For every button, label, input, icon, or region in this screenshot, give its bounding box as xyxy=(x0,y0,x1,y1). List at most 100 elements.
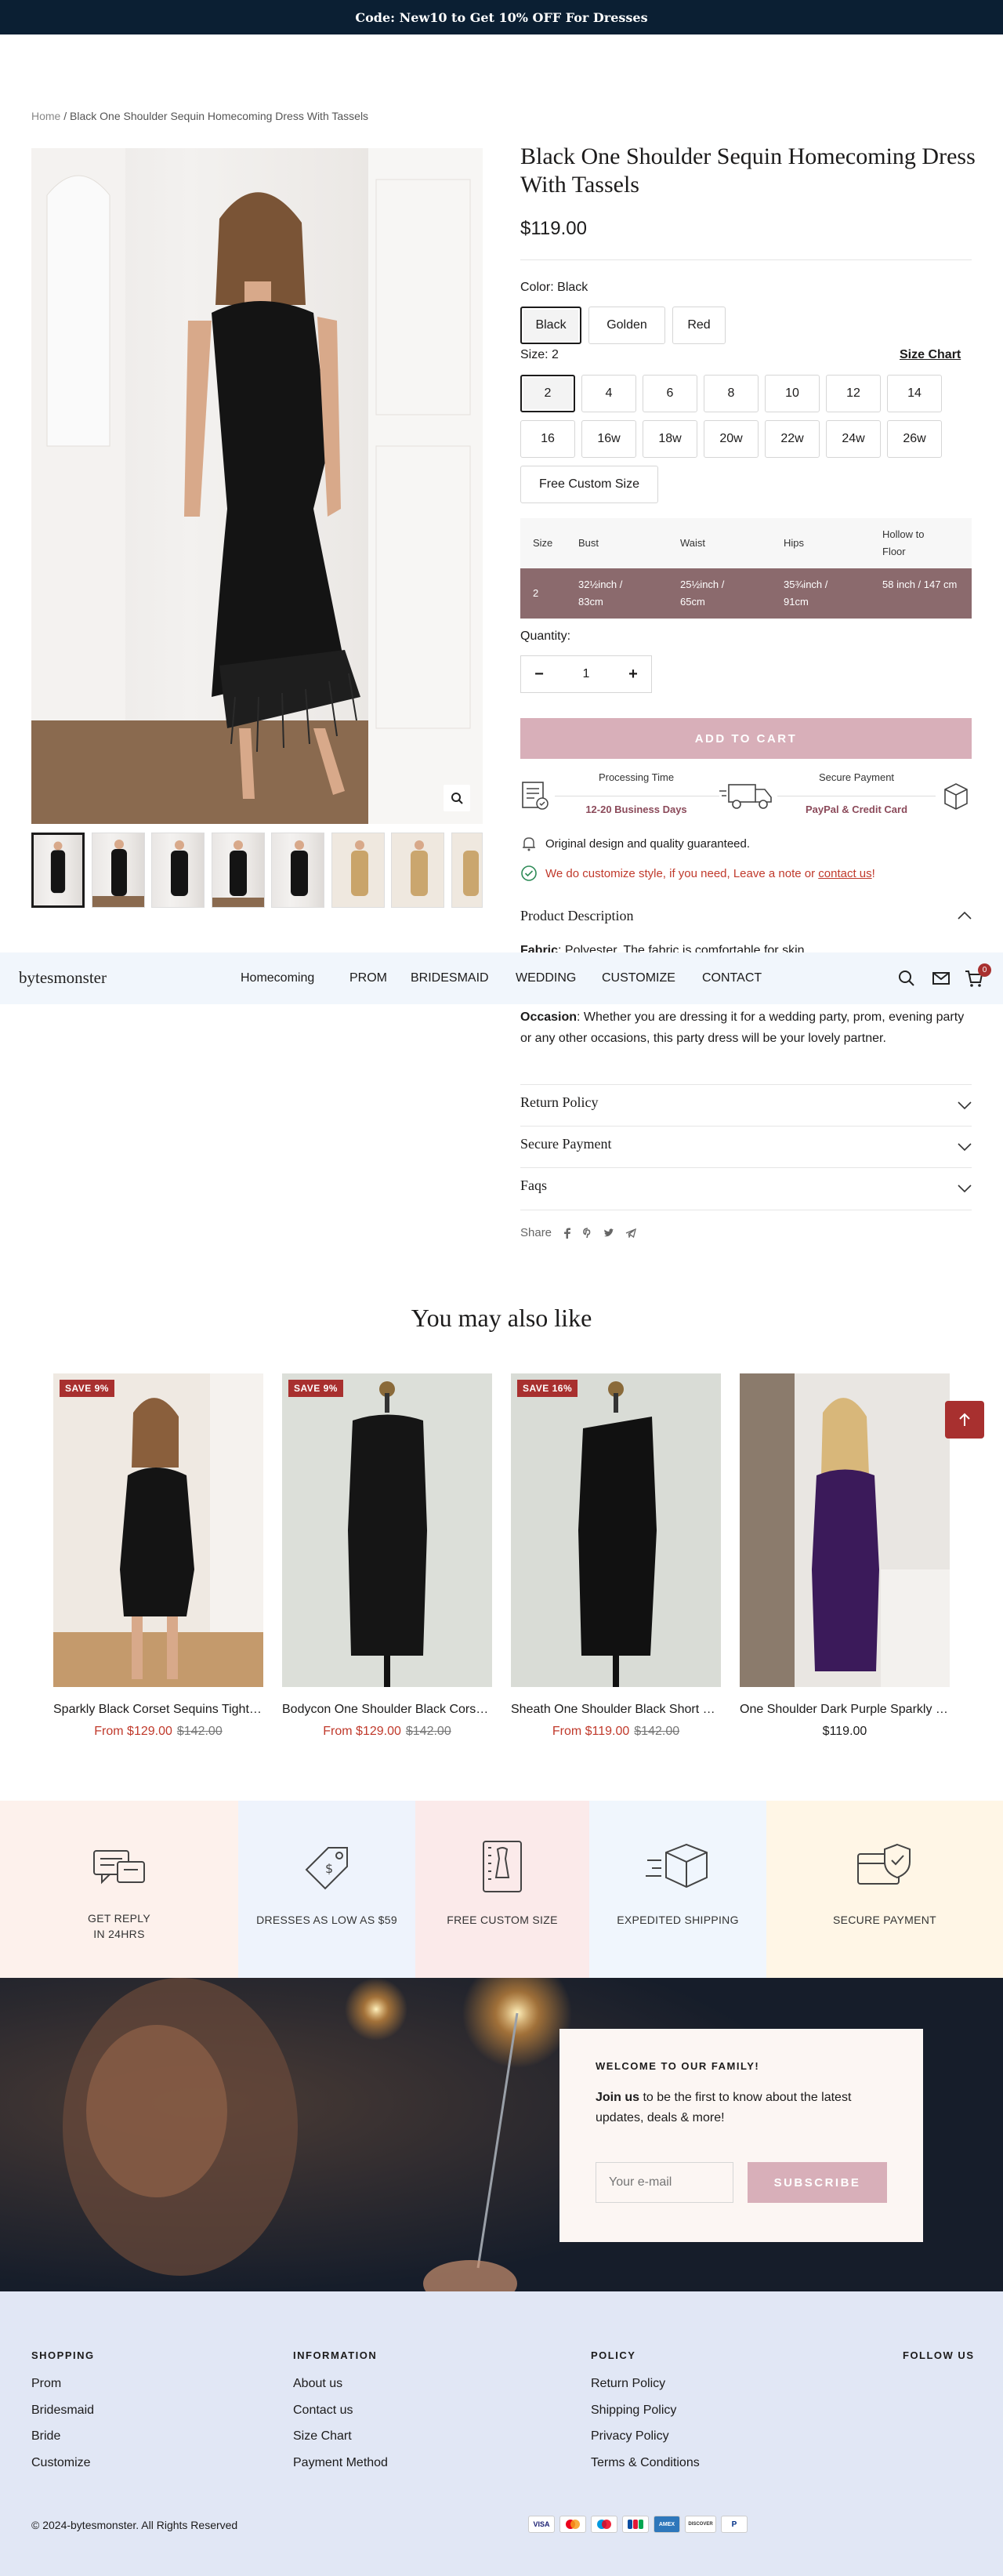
product-card-name[interactable]: Sheath One Shoulder Black Short Homecomi… xyxy=(511,1703,721,1717)
product-card-price: From $119.00 $142.00 xyxy=(511,1725,721,1739)
nav-link-contact[interactable]: CONTACT xyxy=(702,971,762,985)
quantity-input[interactable]: 1 xyxy=(557,656,615,692)
footer-link[interactable]: Payment Method xyxy=(293,2456,388,2470)
secure-payment-label: Secure Payment xyxy=(777,771,936,783)
faqs-toggle[interactable]: Faqs xyxy=(520,1177,972,1198)
email-input[interactable] xyxy=(596,2162,733,2203)
footer-link[interactable]: Customize xyxy=(31,2456,91,2470)
return-policy-toggle[interactable]: Return Policy xyxy=(520,1094,972,1115)
telegram-icon[interactable] xyxy=(625,1228,636,1238)
size-option[interactable]: 24w xyxy=(826,420,881,458)
back-to-top-button[interactable] xyxy=(945,1401,984,1439)
size-option[interactable]: 10 xyxy=(765,375,820,412)
free-custom-size-option[interactable]: Free Custom Size xyxy=(520,466,658,503)
size-option[interactable]: 16 xyxy=(520,420,575,458)
size-option[interactable]: 4 xyxy=(581,375,636,412)
product-card-name[interactable]: Bodycon One Shoulder Black Corset Homeco… xyxy=(282,1703,492,1717)
nav-link-homecoming[interactable]: Homecoming xyxy=(241,971,314,985)
occasion-description: Occasion: Whether you are dressing it fo… xyxy=(520,1007,972,1049)
package-icon xyxy=(944,783,968,810)
product-card-name[interactable]: Sparkly Black Corset Sequins Tight Homec… xyxy=(53,1703,263,1717)
dress-photo xyxy=(31,148,483,824)
thumbnail[interactable] xyxy=(391,833,444,908)
product-title: Black One Shoulder Sequin Homecoming Dre… xyxy=(520,143,976,198)
customize-note: We do customize style, if you need, Leav… xyxy=(520,865,875,882)
delivery-truck-icon xyxy=(719,784,772,809)
footer-link[interactable]: Prom xyxy=(31,2377,61,2391)
product-card-image[interactable]: SAVE 9% xyxy=(282,1373,492,1687)
product-card[interactable]: One Shoulder Dark Purple Sparkly Homecom… xyxy=(740,1373,950,1739)
original-price: $142.00 xyxy=(176,1725,223,1738)
secure-payment-toggle[interactable]: Secure Payment xyxy=(520,1136,972,1156)
product-card[interactable]: SAVE 16% Sheath One Shoulder Black Short… xyxy=(511,1373,721,1739)
feature-custom-size: FREE CUSTOM SIZE xyxy=(415,1801,589,1978)
thumbnail[interactable] xyxy=(451,833,483,908)
size-table-header: Size Bust Waist Hips Hollow to Floor xyxy=(520,518,972,568)
main-product-image[interactable] xyxy=(31,148,483,824)
nav-link-prom[interactable]: PROM xyxy=(349,971,387,985)
product-card[interactable]: SAVE 9% Bodycon One Shoulder Black Corse… xyxy=(282,1373,492,1739)
color-option-red[interactable]: Red xyxy=(672,307,726,344)
discover-icon: DISCOVER xyxy=(685,2516,716,2533)
thumbnail[interactable] xyxy=(151,833,205,908)
size-option[interactable]: 14 xyxy=(887,375,942,412)
thumbnail[interactable] xyxy=(331,833,385,908)
facebook-icon[interactable] xyxy=(563,1228,572,1239)
footer-link[interactable]: About us xyxy=(293,2377,342,2391)
nav-link-bridesmaid[interactable]: BRIDESMAID xyxy=(411,971,489,985)
thumbnail[interactable] xyxy=(31,833,85,908)
contact-us-link[interactable]: contact us xyxy=(818,867,871,880)
size-option[interactable]: 22w xyxy=(765,420,820,458)
thumbnail[interactable] xyxy=(271,833,324,908)
footer-link[interactable]: Size Chart xyxy=(293,2429,352,2444)
product-card-image[interactable]: SAVE 16% xyxy=(511,1373,721,1687)
product-description-toggle[interactable]: Product Description xyxy=(520,908,972,927)
footer-heading-follow: FOLLOW US xyxy=(903,2349,975,2361)
site-logo[interactable]: bytesmonster xyxy=(19,968,107,988)
size-option[interactable]: 20w xyxy=(704,420,759,458)
footer-link[interactable]: Shipping Policy xyxy=(591,2404,676,2418)
twitter-icon[interactable] xyxy=(603,1228,614,1238)
size-option[interactable]: 16w xyxy=(581,420,636,458)
size-option[interactable]: 8 xyxy=(704,375,759,412)
size-option[interactable]: 26w xyxy=(887,420,942,458)
quantity-increase-button[interactable]: + xyxy=(615,656,651,692)
size-chart-link[interactable]: Size Chart xyxy=(900,348,961,362)
size-option[interactable]: 2 xyxy=(520,375,575,412)
size-option[interactable]: 18w xyxy=(643,420,697,458)
cart-count-badge: 0 xyxy=(978,963,991,977)
footer-link[interactable]: Contact us xyxy=(293,2404,353,2418)
feature-text: EXPEDITED SHIPPING xyxy=(617,1914,739,1926)
mail-icon[interactable] xyxy=(931,968,951,989)
breadcrumb-home[interactable]: Home xyxy=(31,110,60,122)
nav-link-wedding[interactable]: WEDDING xyxy=(516,971,576,985)
subscribe-button[interactable]: SUBSCRIBE xyxy=(748,2162,887,2203)
product-card-price: From $129.00 $142.00 xyxy=(282,1725,492,1739)
search-icon[interactable] xyxy=(896,968,917,989)
footer-link[interactable]: Terms & Conditions xyxy=(591,2456,700,2470)
divider xyxy=(520,1126,972,1127)
footer-link[interactable]: Bridesmaid xyxy=(31,2404,94,2418)
zoom-button[interactable] xyxy=(444,785,470,811)
feature-shipping: EXPEDITED SHIPPING xyxy=(589,1801,766,1978)
footer-link[interactable]: Return Policy xyxy=(591,2377,665,2391)
color-option-golden[interactable]: Golden xyxy=(588,307,665,344)
size-table-cell: 32½inch / 83cm xyxy=(578,579,623,608)
size-option[interactable]: 6 xyxy=(643,375,697,412)
product-card-image[interactable]: SAVE 9% xyxy=(53,1373,263,1687)
size-option[interactable]: 12 xyxy=(826,375,881,412)
discount-badge: SAVE 9% xyxy=(60,1380,114,1397)
footer-link[interactable]: Bride xyxy=(31,2429,60,2444)
quantity-decrease-button[interactable]: − xyxy=(521,656,557,692)
pinterest-icon[interactable] xyxy=(583,1227,592,1239)
nav-link-customize[interactable]: CUSTOMIZE xyxy=(602,971,675,985)
product-price: $119.00 xyxy=(520,218,587,239)
thumbnail[interactable] xyxy=(212,833,265,908)
add-to-cart-button[interactable]: ADD TO CART xyxy=(520,718,972,759)
footer-link[interactable]: Privacy Policy xyxy=(591,2429,669,2444)
thumbnail[interactable] xyxy=(92,833,145,908)
product-card-image[interactable] xyxy=(740,1373,950,1687)
color-option-black[interactable]: Black xyxy=(520,307,581,344)
product-card[interactable]: SAVE 9% Sparkly Black Corset Sequins Tig… xyxy=(53,1373,263,1739)
product-card-name[interactable]: One Shoulder Dark Purple Sparkly Homecom… xyxy=(740,1703,950,1717)
